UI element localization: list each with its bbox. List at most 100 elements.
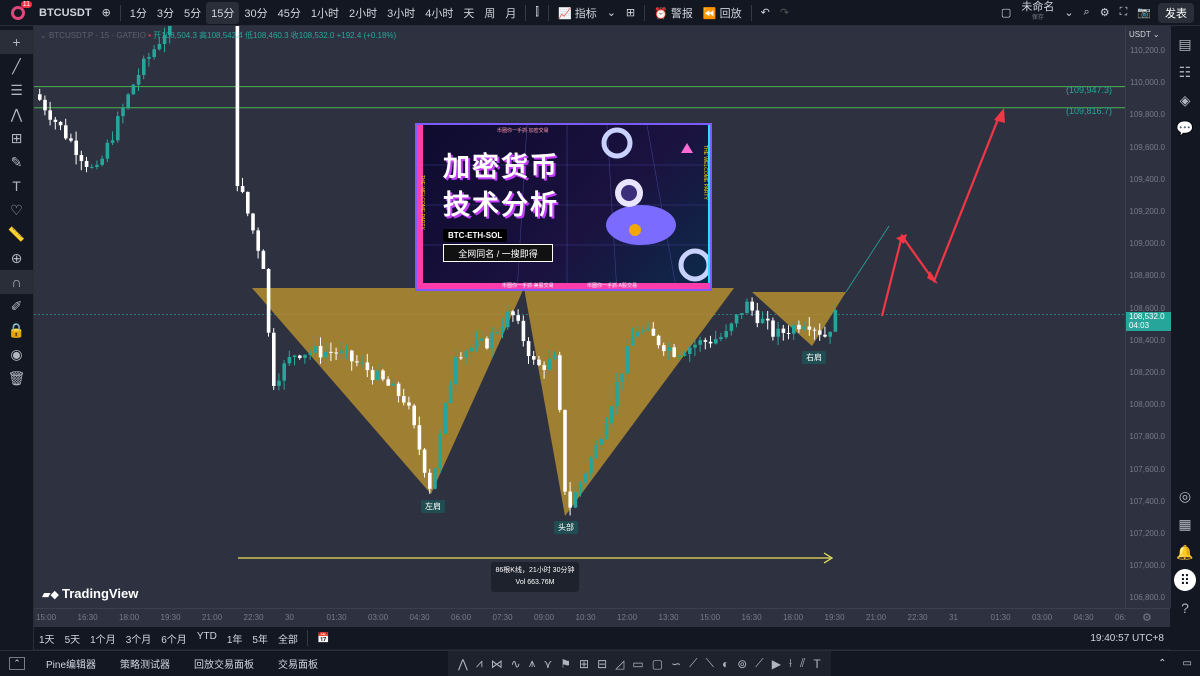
indicators-button[interactable]: 📈 指标 — [553, 5, 602, 21]
bottom-tab-1[interactable]: 策略测试器 — [108, 656, 182, 671]
user-avatar[interactable]: 11 — [8, 0, 32, 22]
interval-2[interactable]: 5分 — [179, 5, 206, 21]
redo-icon[interactable]: ↷ — [775, 6, 794, 19]
chart-type-icon[interactable]: ⫿ — [530, 6, 544, 19]
publish-button[interactable]: 发表 — [1158, 3, 1194, 23]
drawing-tool-9-icon[interactable]: ◿ — [611, 657, 628, 671]
drawing-tool-18-icon[interactable]: ▶ — [768, 657, 785, 671]
eye-icon[interactable]: ◉ — [0, 342, 33, 366]
drawing-tool-6-icon[interactable]: ⚑ — [556, 657, 575, 671]
drawing-tool-5-icon[interactable]: ⋎ — [539, 657, 556, 671]
chevron-down-icon[interactable]: ⌄ — [1059, 6, 1078, 19]
drawing-tool-16-icon[interactable]: ⊚ — [733, 657, 751, 671]
range-7[interactable]: 5年 — [247, 631, 273, 646]
layout-name[interactable]: 未命名 保存 — [1016, 1, 1059, 23]
interval-12[interactable]: 月 — [500, 5, 521, 21]
text-icon[interactable]: T — [0, 174, 33, 198]
range-8[interactable]: 全部 — [273, 631, 303, 646]
crosshair-icon[interactable]: + — [0, 30, 33, 54]
chart-pane[interactable]: ⌄ BTCUSDT.P · 15 · GATEIO ▪ 开108,504.3 高… — [34, 26, 1125, 608]
drawing-tool-7-icon[interactable]: ⊞ — [575, 657, 593, 671]
collapse-panel-icon[interactable]: ⌃ — [0, 657, 34, 670]
drawing-tool-2-icon[interactable]: ⋈ — [487, 657, 507, 671]
lock-draw-icon[interactable]: ✐ — [0, 294, 33, 318]
drawing-tool-12-icon[interactable]: ∽ — [667, 657, 685, 671]
clock[interactable]: 19:40:57 UTC+8 — [1090, 633, 1170, 644]
pattern-icon[interactable]: ⋀ — [0, 102, 33, 126]
drawing-tool-13-icon[interactable]: ⟋ — [685, 656, 701, 671]
replay-button[interactable]: ⏪ 回放 — [698, 5, 747, 21]
drawing-tool-21-icon[interactable]: T — [809, 657, 824, 671]
projection-icon[interactable]: ⊞ — [0, 126, 33, 150]
price-axis[interactable]: USDT ⌄ 110,200.0 110,000.0 109,800.0 109,60… — [1125, 26, 1171, 608]
interval-9[interactable]: 4小时 — [420, 5, 458, 21]
brush-icon[interactable]: ✎ — [0, 150, 33, 174]
range-1[interactable]: 5天 — [60, 631, 86, 646]
legend-collapse-icon[interactable]: ⌄ — [40, 31, 49, 40]
drawing-tool-10-icon[interactable]: ▭ — [628, 657, 647, 671]
drawing-tool-14-icon[interactable]: ⟍ — [702, 656, 718, 671]
layers-icon[interactable]: ◈ — [1170, 86, 1200, 114]
drawing-tool-11-icon[interactable]: ▢ — [648, 657, 667, 671]
undo-icon[interactable]: ↶ — [756, 6, 775, 19]
drawing-tool-1-icon[interactable]: ⩘ — [472, 656, 487, 671]
interval-0[interactable]: 1分 — [125, 5, 152, 21]
target-icon[interactable]: ◎ — [1170, 482, 1200, 510]
bell-icon[interactable]: 🔔 — [1170, 538, 1200, 566]
range-4[interactable]: 6个月 — [156, 631, 192, 646]
interval-8[interactable]: 3小时 — [382, 5, 420, 21]
drawing-tool-17-icon[interactable]: ⟋ — [751, 656, 767, 671]
range-0[interactable]: 1天 — [34, 631, 60, 646]
gear-icon[interactable]: ⚙ — [1095, 6, 1115, 19]
chat-icon[interactable]: 💬 — [1170, 114, 1200, 142]
drawing-tool-0-icon[interactable]: ⋀ — [454, 657, 472, 671]
trendline-icon[interactable]: ╱ — [0, 54, 33, 78]
bottom-tab-2[interactable]: 回放交易面板 — [182, 656, 266, 671]
magnet-icon[interactable]: ∩ — [0, 270, 33, 294]
symbol-search[interactable]: BTCUSDT — [34, 7, 97, 19]
trash-icon[interactable]: 🗑 — [0, 366, 33, 390]
drawing-tool-15-icon[interactable]: ◐ — [718, 657, 733, 671]
interval-3[interactable]: 15分 — [206, 1, 240, 24]
layout-grid-icon[interactable]: ⊞ — [621, 6, 640, 19]
fib-icon[interactable]: ☰ — [0, 78, 33, 102]
interval-10[interactable]: 天 — [458, 5, 479, 21]
range-2[interactable]: 1个月 — [85, 631, 121, 646]
candlestick-chart[interactable] — [34, 26, 1125, 608]
interval-1[interactable]: 3分 — [152, 5, 179, 21]
calendar-icon[interactable]: ▦ — [1170, 510, 1200, 538]
goto-date-icon[interactable]: 📅 — [312, 633, 334, 644]
axis-settings-icon[interactable]: ⚙ — [1142, 611, 1152, 624]
interval-7[interactable]: 2小时 — [344, 5, 382, 21]
alerts-list-icon[interactable]: ☷ — [1170, 58, 1200, 86]
maximize-icon[interactable]: ▭ — [1175, 658, 1200, 669]
currency-selector[interactable]: USDT ⌄ — [1129, 30, 1160, 39]
apps-grid-icon[interactable]: ⠿ — [1174, 569, 1196, 591]
chevron-down-icon[interactable]: ⌄ — [602, 6, 621, 19]
lock-icon[interactable]: 🔒 — [0, 318, 33, 342]
range-6[interactable]: 1年 — [222, 631, 248, 646]
camera-icon[interactable]: 📷 — [1132, 6, 1156, 19]
range-5[interactable]: YTD — [192, 631, 222, 646]
interval-11[interactable]: 周 — [479, 5, 500, 21]
ruler-icon[interactable]: 📏 — [0, 222, 33, 246]
drawing-tool-20-icon[interactable]: ⫽ — [796, 656, 809, 671]
search-icon[interactable]: ⌕ — [1079, 6, 1095, 19]
drawing-tool-4-icon[interactable]: ⩚ — [525, 656, 540, 671]
chevron-up-icon[interactable]: ⌃ — [1150, 658, 1174, 669]
drawing-tool-3-icon[interactable]: ∿ — [507, 657, 525, 671]
drawing-tool-8-icon[interactable]: ⊟ — [593, 657, 611, 671]
alert-button[interactable]: ⏰ 警报 — [649, 5, 698, 21]
time-axis[interactable]: 15:00 16:30 18:00 19:30 21:00 22:30 30 01:30 03:… — [34, 608, 1170, 627]
heart-icon[interactable]: ♡ — [0, 198, 33, 222]
add-symbol-icon[interactable]: ⊕ — [97, 6, 116, 19]
range-3[interactable]: 3个月 — [121, 631, 157, 646]
drawing-tool-19-icon[interactable]: ⟊ — [785, 656, 796, 671]
interval-5[interactable]: 45分 — [273, 5, 306, 21]
fullscreen-icon[interactable]: ⛶ — [1115, 6, 1133, 19]
watchlist-icon[interactable]: ▤ — [1170, 30, 1200, 58]
help-icon[interactable]: ? — [1170, 594, 1200, 622]
zoom-icon[interactable]: ⊕ — [0, 246, 33, 270]
layout-toggle-icon[interactable]: ▢ — [996, 6, 1016, 19]
interval-4[interactable]: 30分 — [239, 5, 272, 21]
